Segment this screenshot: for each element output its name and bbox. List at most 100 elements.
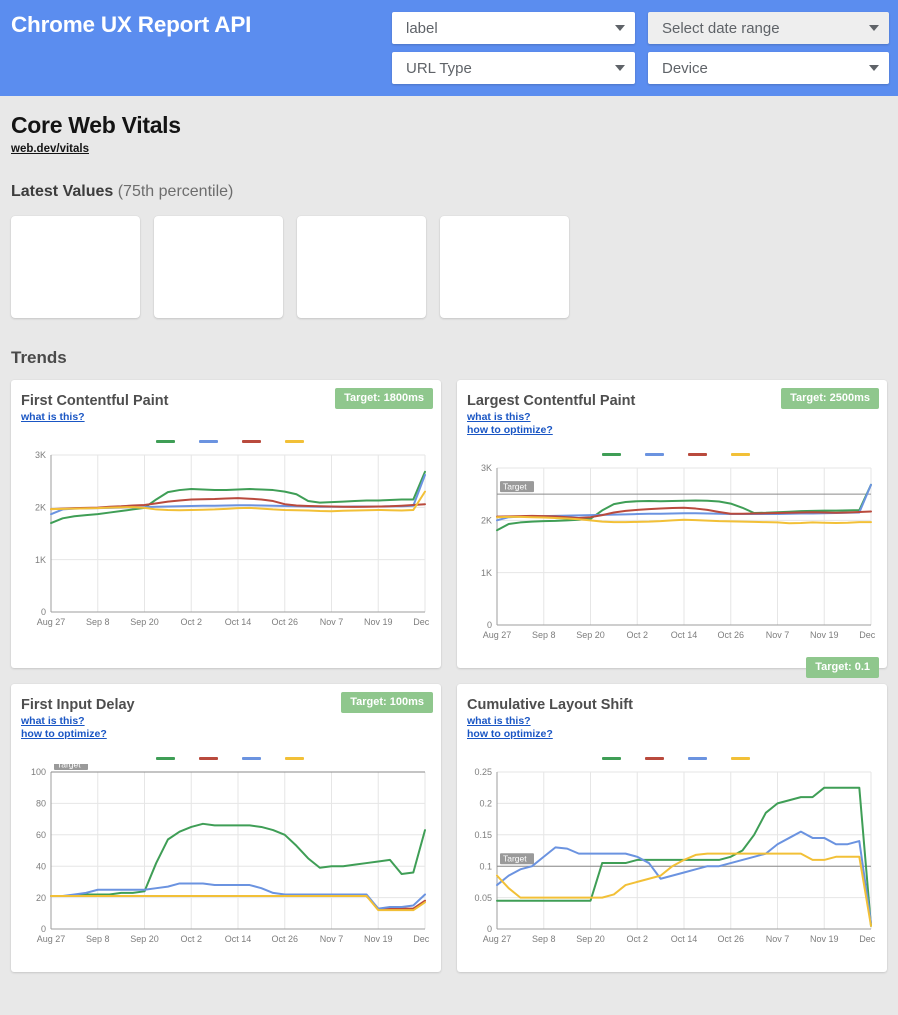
svg-text:Aug 27: Aug 27 xyxy=(37,617,66,627)
label-select[interactable]: label xyxy=(392,12,635,44)
legend-item[interactable] xyxy=(199,440,224,443)
legend-swatch xyxy=(602,453,621,456)
svg-text:0: 0 xyxy=(41,607,46,617)
legend-swatch xyxy=(688,757,707,760)
svg-text:Sep 20: Sep 20 xyxy=(576,630,605,640)
chevron-down-icon xyxy=(615,25,625,31)
chart-plot: 020406080100TargetAug 27Sep 8Sep 20Oct 2… xyxy=(21,764,431,949)
legend-swatch xyxy=(242,440,261,443)
legend-swatch xyxy=(199,757,218,760)
app-header: Chrome UX Report API label Select date r… xyxy=(0,0,898,96)
latest-values-percentile: (75th percentile) xyxy=(113,183,233,200)
chart-legend xyxy=(21,440,431,443)
svg-text:1K: 1K xyxy=(35,555,46,565)
svg-text:Nov 7: Nov 7 xyxy=(766,630,790,640)
chart-plot: 01K2K3KAug 27Sep 8Sep 20Oct 2Oct 14Oct 2… xyxy=(21,447,431,632)
svg-text:Oct 26: Oct 26 xyxy=(717,630,744,640)
svg-text:80: 80 xyxy=(36,799,46,809)
svg-text:0.1: 0.1 xyxy=(479,861,492,871)
svg-text:Target: Target xyxy=(503,482,527,492)
what-is-this-link[interactable]: what is this? xyxy=(21,715,85,728)
metric-card-fcp xyxy=(11,216,140,318)
url-type-select[interactable]: URL Type xyxy=(392,52,635,84)
legend-item[interactable] xyxy=(645,453,670,456)
legend-swatch xyxy=(645,453,664,456)
chart-card-lcp: Target: 2500msLargest Contentful Paintwh… xyxy=(457,380,887,668)
legend-item[interactable] xyxy=(199,757,224,760)
svg-text:Oct 14: Oct 14 xyxy=(225,934,252,944)
device-select-value: Device xyxy=(662,60,861,77)
legend-swatch xyxy=(199,440,218,443)
legend-item[interactable] xyxy=(285,440,310,443)
svg-text:100: 100 xyxy=(31,767,46,777)
page-body: Core Web Vitals web.dev/vitals Latest Va… xyxy=(0,96,898,972)
legend-item[interactable] xyxy=(688,757,713,760)
chart-plot: 01K2K3KTargetAug 27Sep 8Sep 20Oct 2Oct 1… xyxy=(467,460,877,645)
chart-card-cls: Target: 0.1Cumulative Layout Shiftwhat i… xyxy=(457,684,887,972)
legend-item[interactable] xyxy=(156,440,181,443)
svg-text:Dec 1: Dec 1 xyxy=(413,934,431,944)
svg-text:Oct 14: Oct 14 xyxy=(225,617,252,627)
svg-text:1K: 1K xyxy=(481,568,492,578)
svg-text:Sep 20: Sep 20 xyxy=(130,934,159,944)
target-badge: Target: 100ms xyxy=(341,692,433,713)
svg-text:0: 0 xyxy=(487,620,492,630)
legend-swatch xyxy=(156,440,175,443)
legend-item[interactable] xyxy=(602,757,627,760)
legend-swatch xyxy=(731,453,750,456)
legend-item[interactable] xyxy=(602,453,627,456)
legend-item[interactable] xyxy=(645,757,670,760)
svg-text:Dec 1: Dec 1 xyxy=(859,630,877,640)
charts-grid: Target: 1800msFirst Contentful Paintwhat… xyxy=(11,380,887,972)
legend-swatch xyxy=(688,453,707,456)
vitals-link[interactable]: web.dev/vitals xyxy=(11,143,89,155)
target-badge: Target: 0.1 xyxy=(806,657,879,678)
what-is-this-link[interactable]: what is this? xyxy=(467,411,531,424)
legend-item[interactable] xyxy=(242,440,267,443)
svg-text:20: 20 xyxy=(36,893,46,903)
legend-item[interactable] xyxy=(688,453,713,456)
url-type-select-value: URL Type xyxy=(406,60,607,77)
how-to-optimize-link[interactable]: how to optimize? xyxy=(21,728,107,741)
metric-cards xyxy=(11,216,887,318)
latest-values-heading: Latest Values (75th percentile) xyxy=(11,183,887,201)
legend-item[interactable] xyxy=(731,453,756,456)
target-badge: Target: 2500ms xyxy=(781,388,879,409)
chart-card-fcp: Target: 1800msFirst Contentful Paintwhat… xyxy=(11,380,441,668)
svg-text:Nov 7: Nov 7 xyxy=(320,934,344,944)
svg-text:Dec 1: Dec 1 xyxy=(413,617,431,627)
date-range-select[interactable]: Select date range xyxy=(648,12,889,44)
what-is-this-link[interactable]: what is this? xyxy=(467,715,531,728)
chart-links: what is this?how to optimize? xyxy=(467,715,877,741)
legend-item[interactable] xyxy=(242,757,267,760)
svg-text:2K: 2K xyxy=(481,516,492,526)
svg-text:Target: Target xyxy=(503,854,527,864)
svg-text:Oct 2: Oct 2 xyxy=(180,934,202,944)
metric-card-lcp xyxy=(154,216,283,318)
svg-text:Target: Target xyxy=(57,764,81,770)
legend-item[interactable] xyxy=(731,757,756,760)
svg-text:Oct 26: Oct 26 xyxy=(271,617,298,627)
svg-text:Sep 8: Sep 8 xyxy=(532,934,556,944)
how-to-optimize-link[interactable]: how to optimize? xyxy=(467,424,553,437)
page-title: Core Web Vitals xyxy=(11,96,887,139)
svg-text:0.25: 0.25 xyxy=(474,767,492,777)
label-select-value: label xyxy=(406,20,607,37)
legend-swatch xyxy=(242,757,261,760)
legend-item[interactable] xyxy=(285,757,310,760)
chart-card-fid: Target: 100msFirst Input Delaywhat is th… xyxy=(11,684,441,972)
legend-swatch xyxy=(645,757,664,760)
how-to-optimize-link[interactable]: how to optimize? xyxy=(467,728,553,741)
svg-text:Aug 27: Aug 27 xyxy=(483,630,512,640)
svg-text:Aug 27: Aug 27 xyxy=(483,934,512,944)
what-is-this-link[interactable]: what is this? xyxy=(21,411,85,424)
svg-text:Oct 2: Oct 2 xyxy=(626,934,648,944)
target-badge: Target: 1800ms xyxy=(335,388,433,409)
legend-item[interactable] xyxy=(156,757,181,760)
chevron-down-icon xyxy=(615,65,625,71)
chevron-down-icon xyxy=(869,25,879,31)
svg-text:Dec 1: Dec 1 xyxy=(859,934,877,944)
svg-text:0: 0 xyxy=(487,924,492,934)
svg-text:60: 60 xyxy=(36,830,46,840)
device-select[interactable]: Device xyxy=(648,52,889,84)
